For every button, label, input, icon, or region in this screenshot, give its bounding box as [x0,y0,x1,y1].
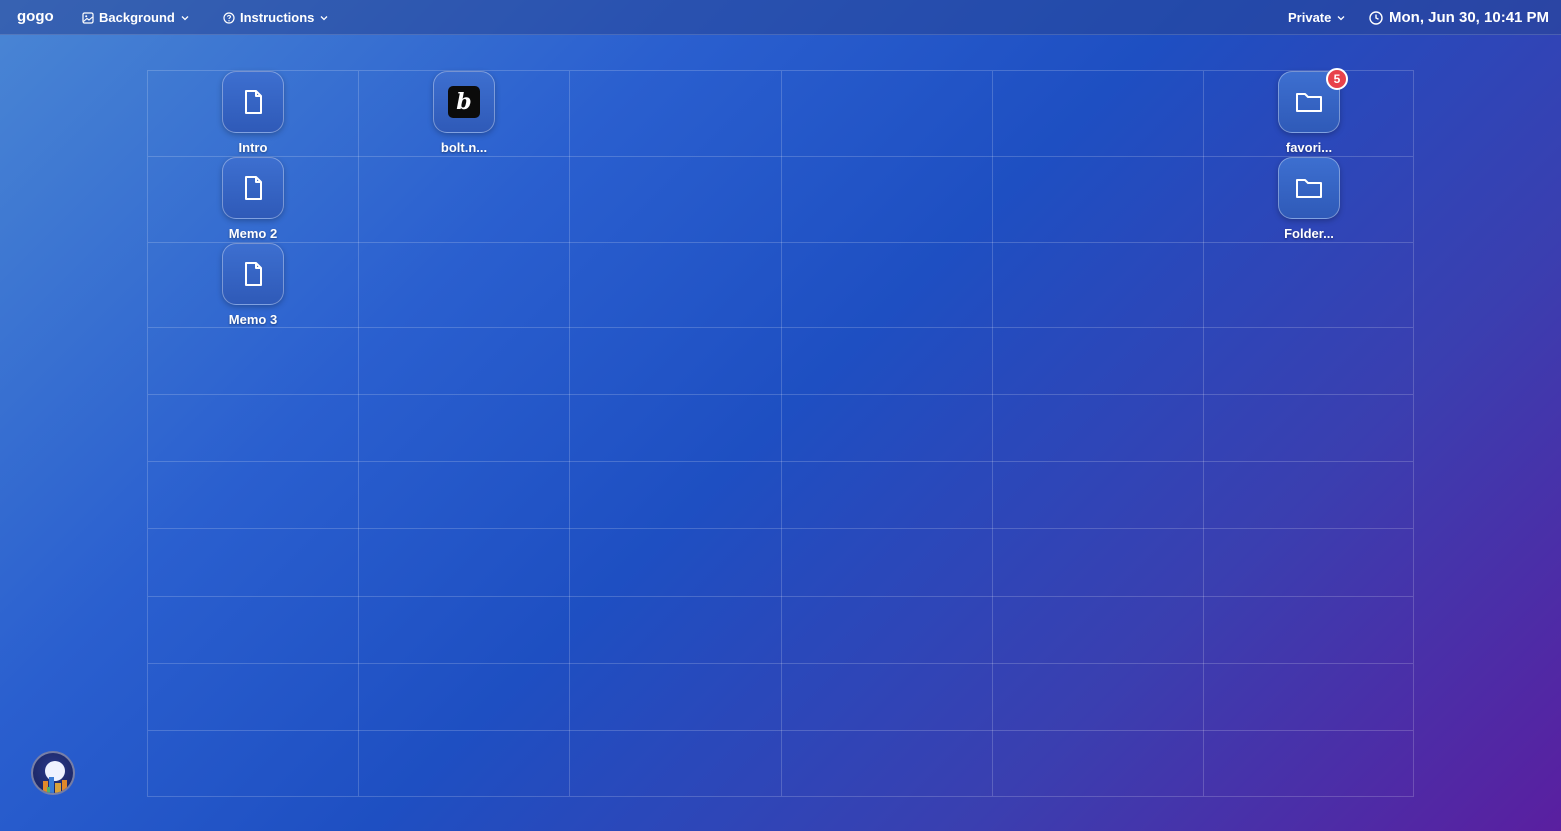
grid-line [148,596,1413,597]
desktop-item-memo-3[interactable]: Memo 3 [198,243,308,329]
bolt-app-icon: b [433,71,495,133]
desktop-item-memo-2[interactable]: Memo 2 [198,157,308,243]
notification-badge: 5 [1326,68,1348,90]
chevron-down-icon [1337,15,1345,20]
moon-city-icon [43,761,67,793]
instructions-menu[interactable]: Instructions [223,0,329,35]
grid-line [1203,71,1204,796]
document-icon [222,157,284,219]
chevron-down-icon [181,15,189,20]
desktop-item-bolt[interactable]: b bolt.n... [409,71,519,157]
grid-line [781,71,782,796]
grid-line [148,663,1413,664]
desktop-item-favorites[interactable]: 5 favori... [1254,68,1364,157]
grid-line [148,327,1413,328]
background-menu-label: Background [99,10,175,25]
help-circle-icon [223,11,235,24]
grid-line [992,71,993,796]
folder-icon [1278,157,1340,219]
desktop-item-label: Memo 3 [228,312,278,327]
grid-line [148,730,1413,731]
privacy-menu-label: Private [1288,10,1332,25]
folder-icon: 5 [1278,68,1348,133]
grid-line [148,242,1413,243]
grid-line [358,71,359,796]
grid-line [148,528,1413,529]
user-avatar[interactable] [31,751,75,795]
grid-line [148,394,1413,395]
grid-line [569,71,570,796]
desktop-item-label: Memo 2 [228,226,278,241]
instructions-menu-label: Instructions [240,10,315,25]
desktop-item-label: favori... [1285,140,1333,155]
grid-line [148,156,1413,157]
chevron-down-icon [320,15,328,20]
top-menu-bar: gogo Background Instructions Private Mon… [0,0,1561,35]
clock[interactable]: Mon, Jun 30, 10:41 PM [1369,0,1549,35]
app-logo[interactable]: gogo [17,8,54,25]
desktop-item-label: Intro [238,140,268,155]
desktop-item-label: Folder... [1284,226,1334,241]
privacy-menu[interactable]: Private [1288,0,1346,35]
datetime-text: Mon, Jun 30, 10:41 PM [1389,9,1550,26]
desktop-item-folder[interactable]: Folder... [1254,157,1364,243]
document-icon [222,243,284,305]
grid-line [148,461,1413,462]
desktop-item-label: bolt.n... [440,140,488,155]
document-icon [222,71,284,133]
desktop-item-intro[interactable]: Intro [198,71,308,157]
desktop-grid [147,70,1414,797]
background-menu[interactable]: Background [82,0,190,35]
clock-icon [1369,10,1383,25]
image-icon [82,11,94,24]
